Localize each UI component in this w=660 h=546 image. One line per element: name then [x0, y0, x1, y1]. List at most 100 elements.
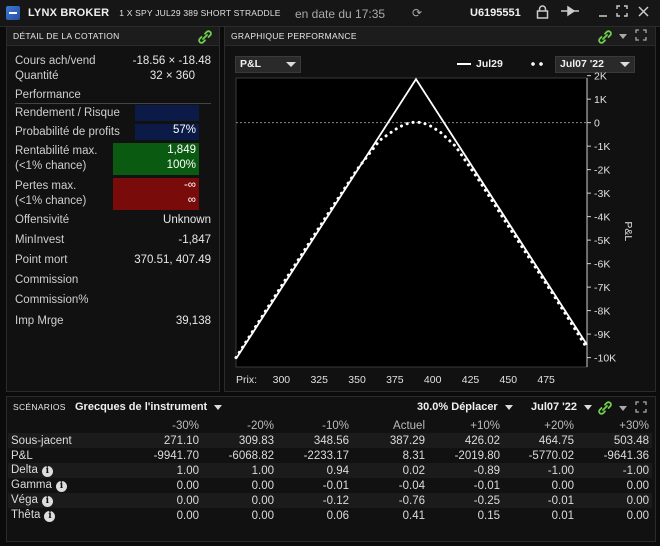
scenario-row-label: Véga i — [8, 493, 120, 508]
risk-reward-value — [135, 105, 199, 121]
quote-panel-header: DÉTAIL DE LA COTATION — [7, 27, 219, 46]
panel-menu-chevron-icon[interactable] — [619, 406, 627, 411]
info-icon[interactable]: i — [41, 496, 53, 507]
max-loss-box: -∞ ∞ — [113, 178, 199, 210]
table-row: Delta i 1.00 1.00 0.94 0.02 -0.89 -1.00 -1.00 — [8, 463, 652, 478]
scenario-cell: -0.89 — [428, 463, 503, 478]
y-tick-label: -9K — [594, 329, 610, 341]
lock-icon[interactable] — [536, 5, 549, 22]
y-tick-label: 2K — [594, 71, 607, 83]
y-axis-label: P&L — [622, 221, 634, 241]
info-icon[interactable]: i — [44, 511, 56, 522]
scenario-cell: 0.41 — [402, 509, 425, 522]
chevron-down-icon — [584, 404, 593, 410]
risk-reward-label: Rendement / Risque — [15, 107, 120, 119]
y-tick-label: -10K — [594, 353, 616, 365]
scenario-row-label-text: Thêta — [11, 509, 41, 521]
mininvest-label: MinInvest — [15, 234, 65, 246]
greeks-select[interactable]: Grecques de l'instrument — [75, 401, 223, 413]
date-label: en date du 17:35 — [295, 7, 386, 21]
scenario-cell: 0.00 — [626, 509, 649, 522]
table-row: Sous-jacent 271.10 309.83 348.56 387.29 426.0… — [8, 433, 652, 448]
quantity-value: 32 × 360 — [149, 70, 195, 82]
scenario-cell: -9641.36 — [603, 449, 649, 462]
margin-row: Imp Mrge 39,138 — [15, 315, 211, 331]
scenario-cell: 0.06 — [326, 509, 349, 522]
scenario-row-label-text: Sous-jacent — [11, 434, 72, 447]
scenario-table: -30% -20% -10% Actuel +10% +20% +30% Sous-jacen… — [8, 418, 652, 523]
scenario-row-label-text: P&L — [11, 449, 33, 462]
performance-section-label: Performance — [15, 89, 211, 104]
scenario-cell: -2233.17 — [303, 449, 349, 462]
info-icon[interactable]: i — [41, 466, 53, 477]
scenario-cell: 464.75 — [503, 433, 577, 448]
scenario-cell: 0.02 — [352, 463, 428, 478]
greeks-select-value: Grecques de l'instrument — [75, 401, 208, 413]
profit-probability-label: Probabilité de profits — [15, 126, 120, 138]
scenarios-title: SCÉNARIOS — [13, 402, 66, 412]
scenario-cell: 8.31 — [402, 449, 425, 462]
x-tick-label: 300 — [273, 374, 291, 386]
scenario-cell: 503.48 — [577, 433, 652, 448]
y-tick-label: -6K — [594, 259, 610, 271]
max-loss-chance-value: ∞ — [187, 194, 196, 206]
scenario-cell: 0.00 — [577, 493, 652, 508]
scenario-cell: 0.00 — [251, 479, 274, 492]
bid-ask-value: -18.56 × -18.48 — [132, 55, 211, 67]
scenario-row-label-text: Gamma — [11, 479, 52, 491]
quote-detail-panel: DÉTAIL DE LA COTATION Cours ach/vend -18… — [6, 26, 220, 392]
commission-row: Commission — [15, 274, 211, 290]
table-row: P&L -9941.70 -6068.82 -2233.17 8.31 -2019.80 -… — [8, 448, 652, 463]
scenario-cell: -0.04 — [398, 479, 425, 492]
maximize-icon[interactable] — [635, 401, 647, 416]
account-id: U6195551 — [470, 7, 521, 19]
offensive-label: Offensivité — [15, 214, 70, 226]
scenario-cell: 387.29 — [352, 433, 428, 448]
pnl-chart[interactable]: 2K 1K 0 -1K -2K -3K -4K -5K -6K -7K -8K -9K -10K P&L P… — [225, 27, 655, 391]
scenario-cell: -0.01 — [322, 479, 349, 492]
scenario-date-select[interactable]: Jul07 '22 — [531, 401, 593, 413]
pin-icon[interactable] — [560, 5, 580, 20]
y-tick-label: 0 — [594, 118, 600, 130]
y-tick-label: -4K — [594, 212, 610, 224]
mininvest-row: MinInvest -1,847 — [15, 234, 211, 250]
info-icon[interactable]: i — [55, 481, 67, 492]
y-tick-label: -5K — [594, 235, 610, 247]
scenario-header-row: -30% -20% -10% Actuel +10% +20% +30% — [8, 418, 652, 433]
breakeven-row: Point mort 370.51, 407.49 — [15, 254, 211, 270]
link-icon[interactable] — [197, 29, 213, 50]
scenario-cell: 0.01 — [551, 509, 574, 522]
scenario-cell: 0.00 — [176, 509, 199, 522]
scenario-cell: 0.00 — [626, 479, 649, 492]
scenario-column-header: +10% — [470, 419, 500, 432]
refresh-icon[interactable]: ⟳ — [412, 6, 426, 20]
chevron-down-icon — [214, 404, 223, 410]
max-loss-value: -∞ — [183, 179, 196, 191]
y-tick-label: 1K — [594, 94, 607, 106]
x-tick-label: 425 — [462, 374, 480, 386]
performance-chart-panel: GRAPHIQUE PERFORMANCE P&L Jul29 Jul07 '2… — [224, 26, 656, 392]
scenario-cell: 426.02 — [428, 433, 503, 448]
title-bar: LYNX BROKER 1 X SPY JUL29 389 SHORT STRA… — [0, 0, 660, 27]
y-tick-label: -7K — [594, 282, 610, 294]
scenario-column-header: Actuel — [393, 419, 425, 432]
bid-ask-label: Cours ach/vend — [15, 55, 96, 67]
scenario-row-label: Delta i — [8, 463, 120, 478]
link-icon[interactable] — [597, 400, 613, 419]
maximize-icon[interactable] — [616, 5, 628, 20]
close-icon[interactable] — [638, 5, 649, 20]
chevron-down-icon — [504, 404, 513, 410]
max-profit-chance-value: 100% — [166, 159, 196, 171]
minimize-icon[interactable] — [598, 5, 608, 20]
mininvest-value: -1,847 — [178, 234, 211, 246]
max-profit-label: Rentabilité max. — [15, 145, 98, 157]
scenario-cell: 0.00 — [551, 479, 574, 492]
shift-select[interactable]: 30.0% Déplacer — [417, 401, 513, 413]
scenario-cell: -0.12 — [277, 493, 352, 508]
scenario-cell: 1.00 — [120, 463, 202, 478]
max-profit-box: 1,849 100% — [113, 143, 199, 175]
max-loss-chance-label: (<1% chance) — [15, 195, 87, 207]
max-loss-label: Pertes max. — [15, 180, 77, 192]
x-tick-label: 325 — [310, 374, 328, 386]
scenario-cell: 309.83 — [202, 433, 277, 448]
